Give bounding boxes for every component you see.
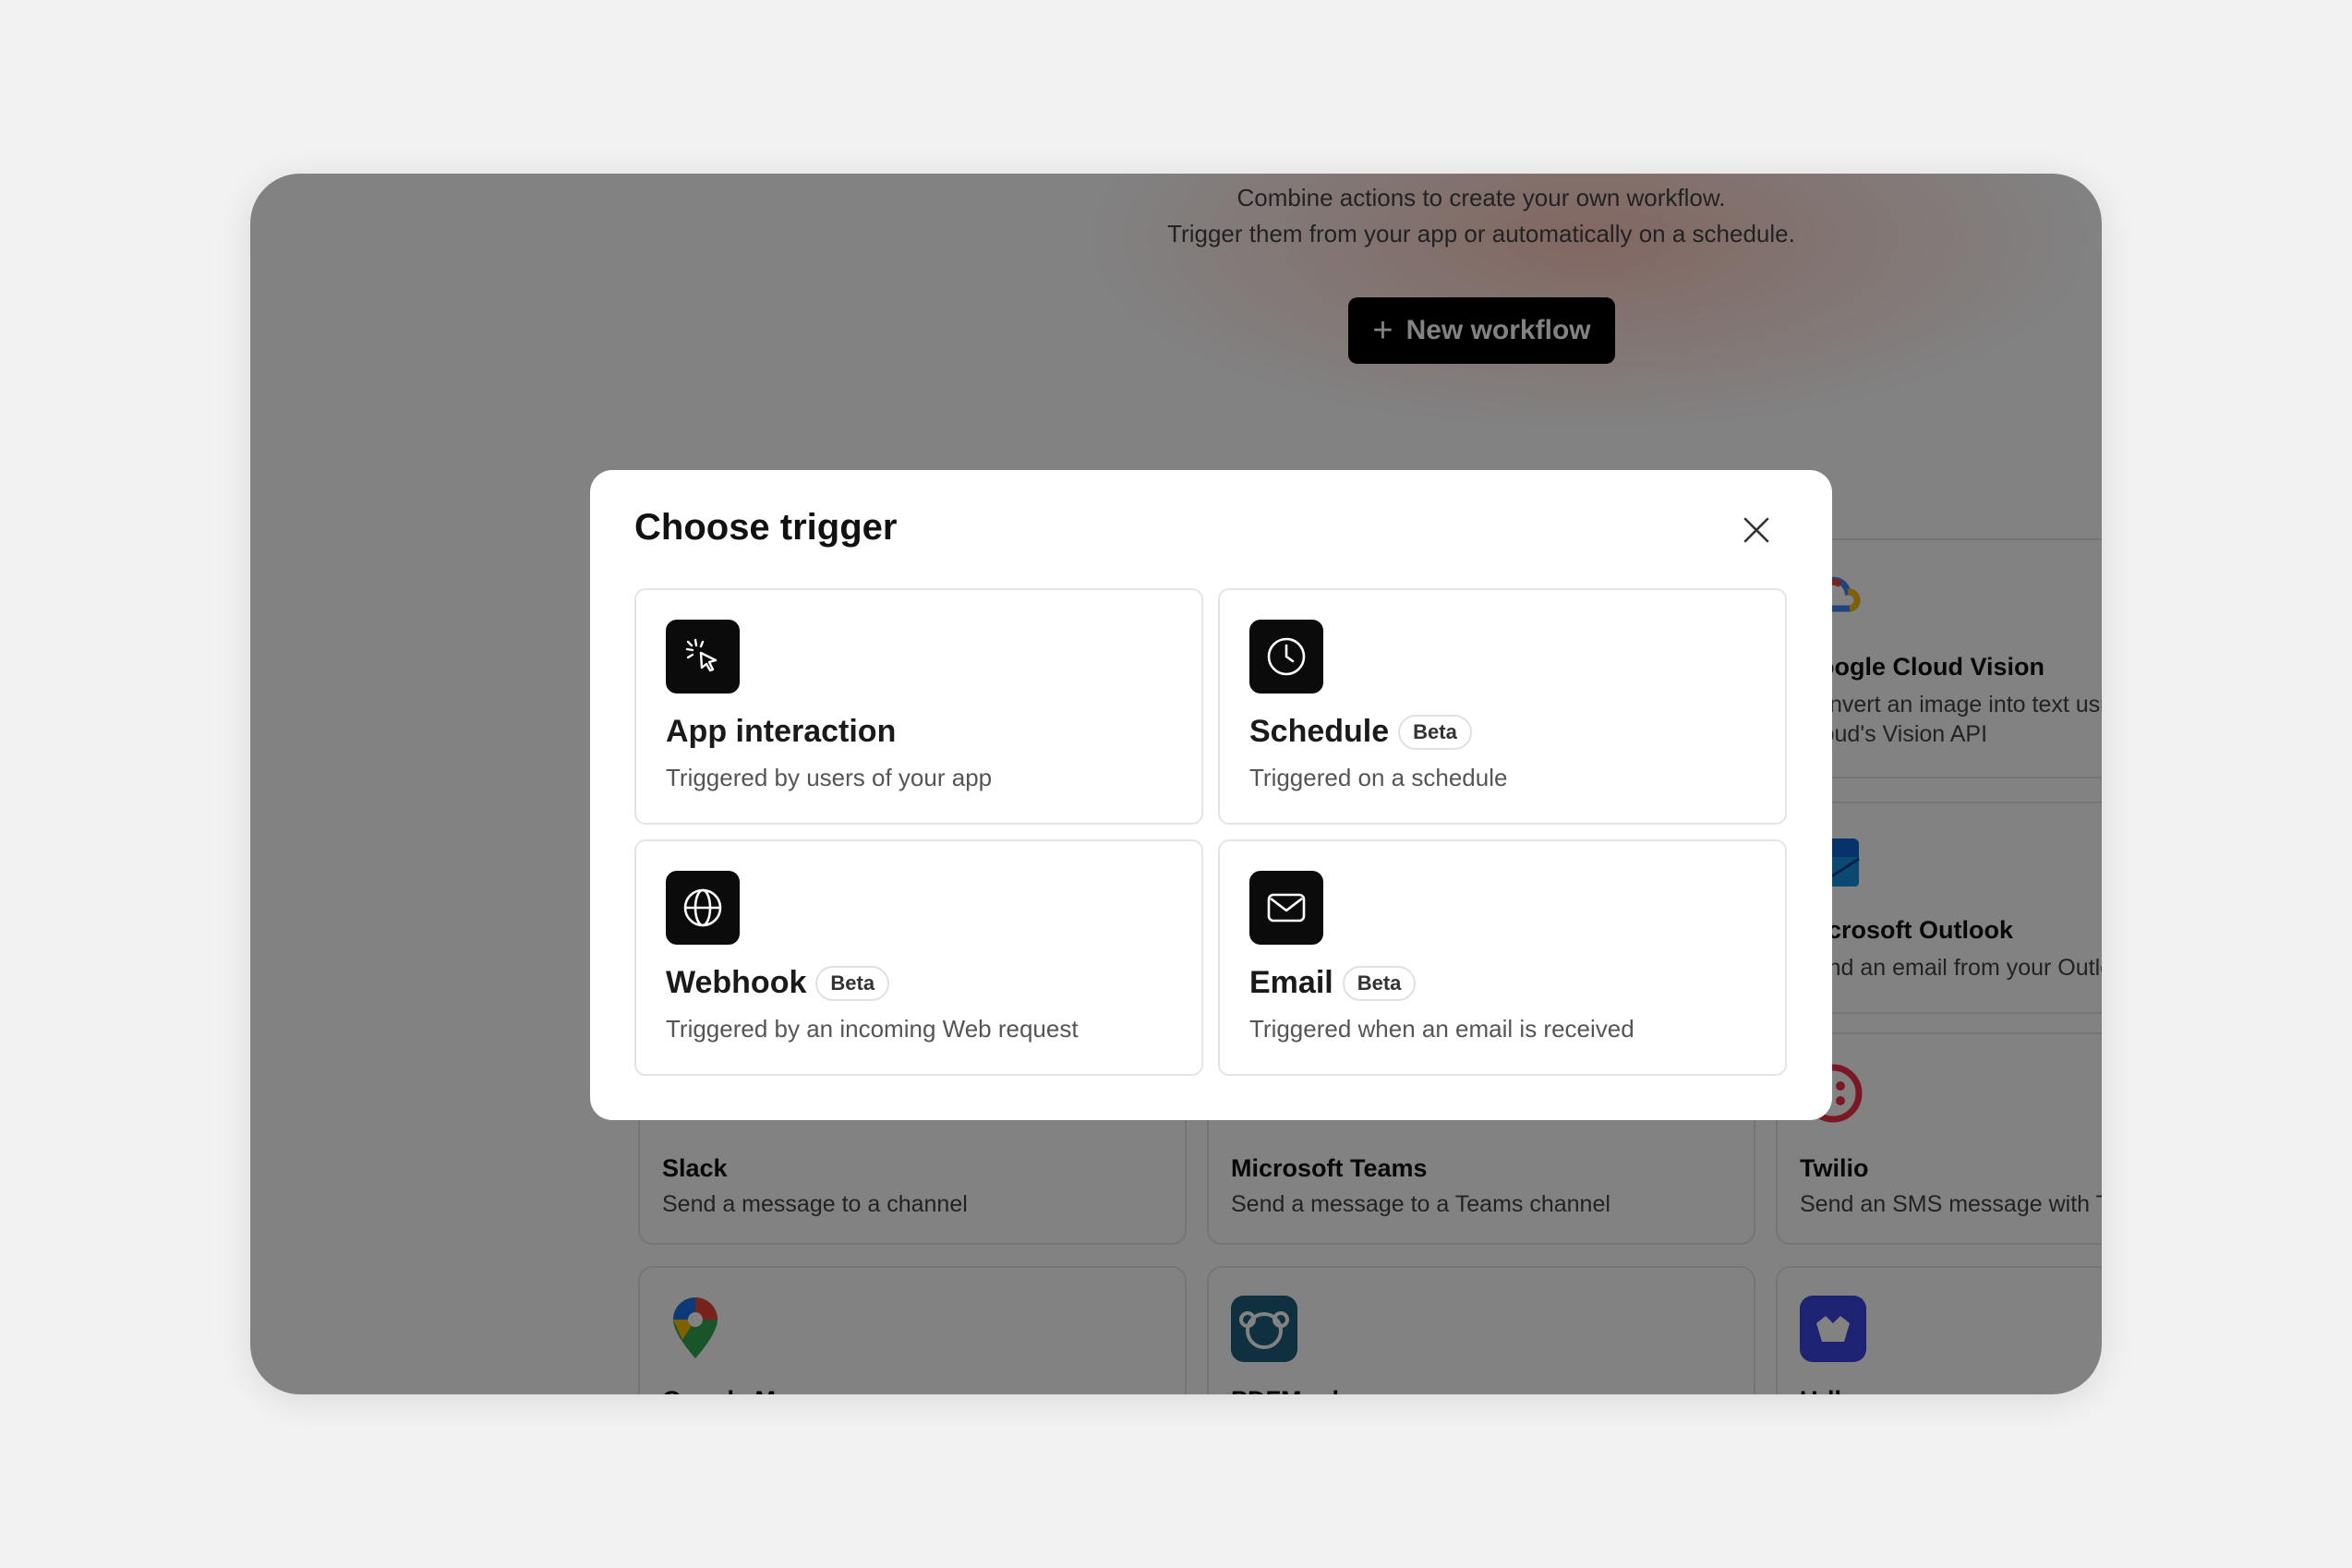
clock-icon	[1249, 620, 1323, 694]
trigger-name-row: App interaction	[666, 714, 896, 750]
mail-icon	[1249, 871, 1323, 945]
trigger-name-row: Webhook Beta	[666, 965, 890, 1001]
trigger-description: Triggered on a schedule	[1249, 764, 1508, 791]
trigger-app-interaction[interactable]: App interaction Triggered by users of yo…	[634, 588, 1203, 825]
trigger-name: Email	[1249, 965, 1333, 1000]
trigger-name: App interaction	[666, 714, 897, 749]
trigger-webhook[interactable]: Webhook Beta Triggered by an incoming We…	[634, 839, 1203, 1076]
trigger-name-row: Email Beta	[1249, 965, 1417, 1001]
beta-badge: Beta	[1342, 965, 1417, 1001]
dialog-title: Choose trigger	[634, 507, 898, 548]
trigger-name-row: Schedule Beta	[1249, 714, 1472, 750]
choose-trigger-dialog: Choose trigger App interaction Triggered…	[590, 470, 1832, 1120]
app-window: Combine actions to create your own workf…	[250, 174, 2102, 1394]
close-button[interactable]	[1731, 505, 1781, 555]
trigger-description: Triggered by an incoming Web request	[666, 1015, 1079, 1043]
trigger-description: Triggered when an email is received	[1249, 1015, 1634, 1043]
cursor-click-icon	[666, 620, 740, 694]
globe-icon	[666, 871, 740, 945]
beta-badge: Beta	[1398, 714, 1472, 750]
trigger-email[interactable]: Email Beta Triggered when an email is re…	[1218, 839, 1787, 1076]
trigger-name: Webhook	[666, 965, 807, 1000]
beta-badge: Beta	[815, 965, 890, 1001]
trigger-name: Schedule	[1249, 714, 1390, 749]
trigger-description: Triggered by users of your app	[666, 764, 993, 791]
close-icon	[1743, 517, 1769, 543]
trigger-schedule[interactable]: Schedule Beta Triggered on a schedule	[1218, 588, 1787, 825]
